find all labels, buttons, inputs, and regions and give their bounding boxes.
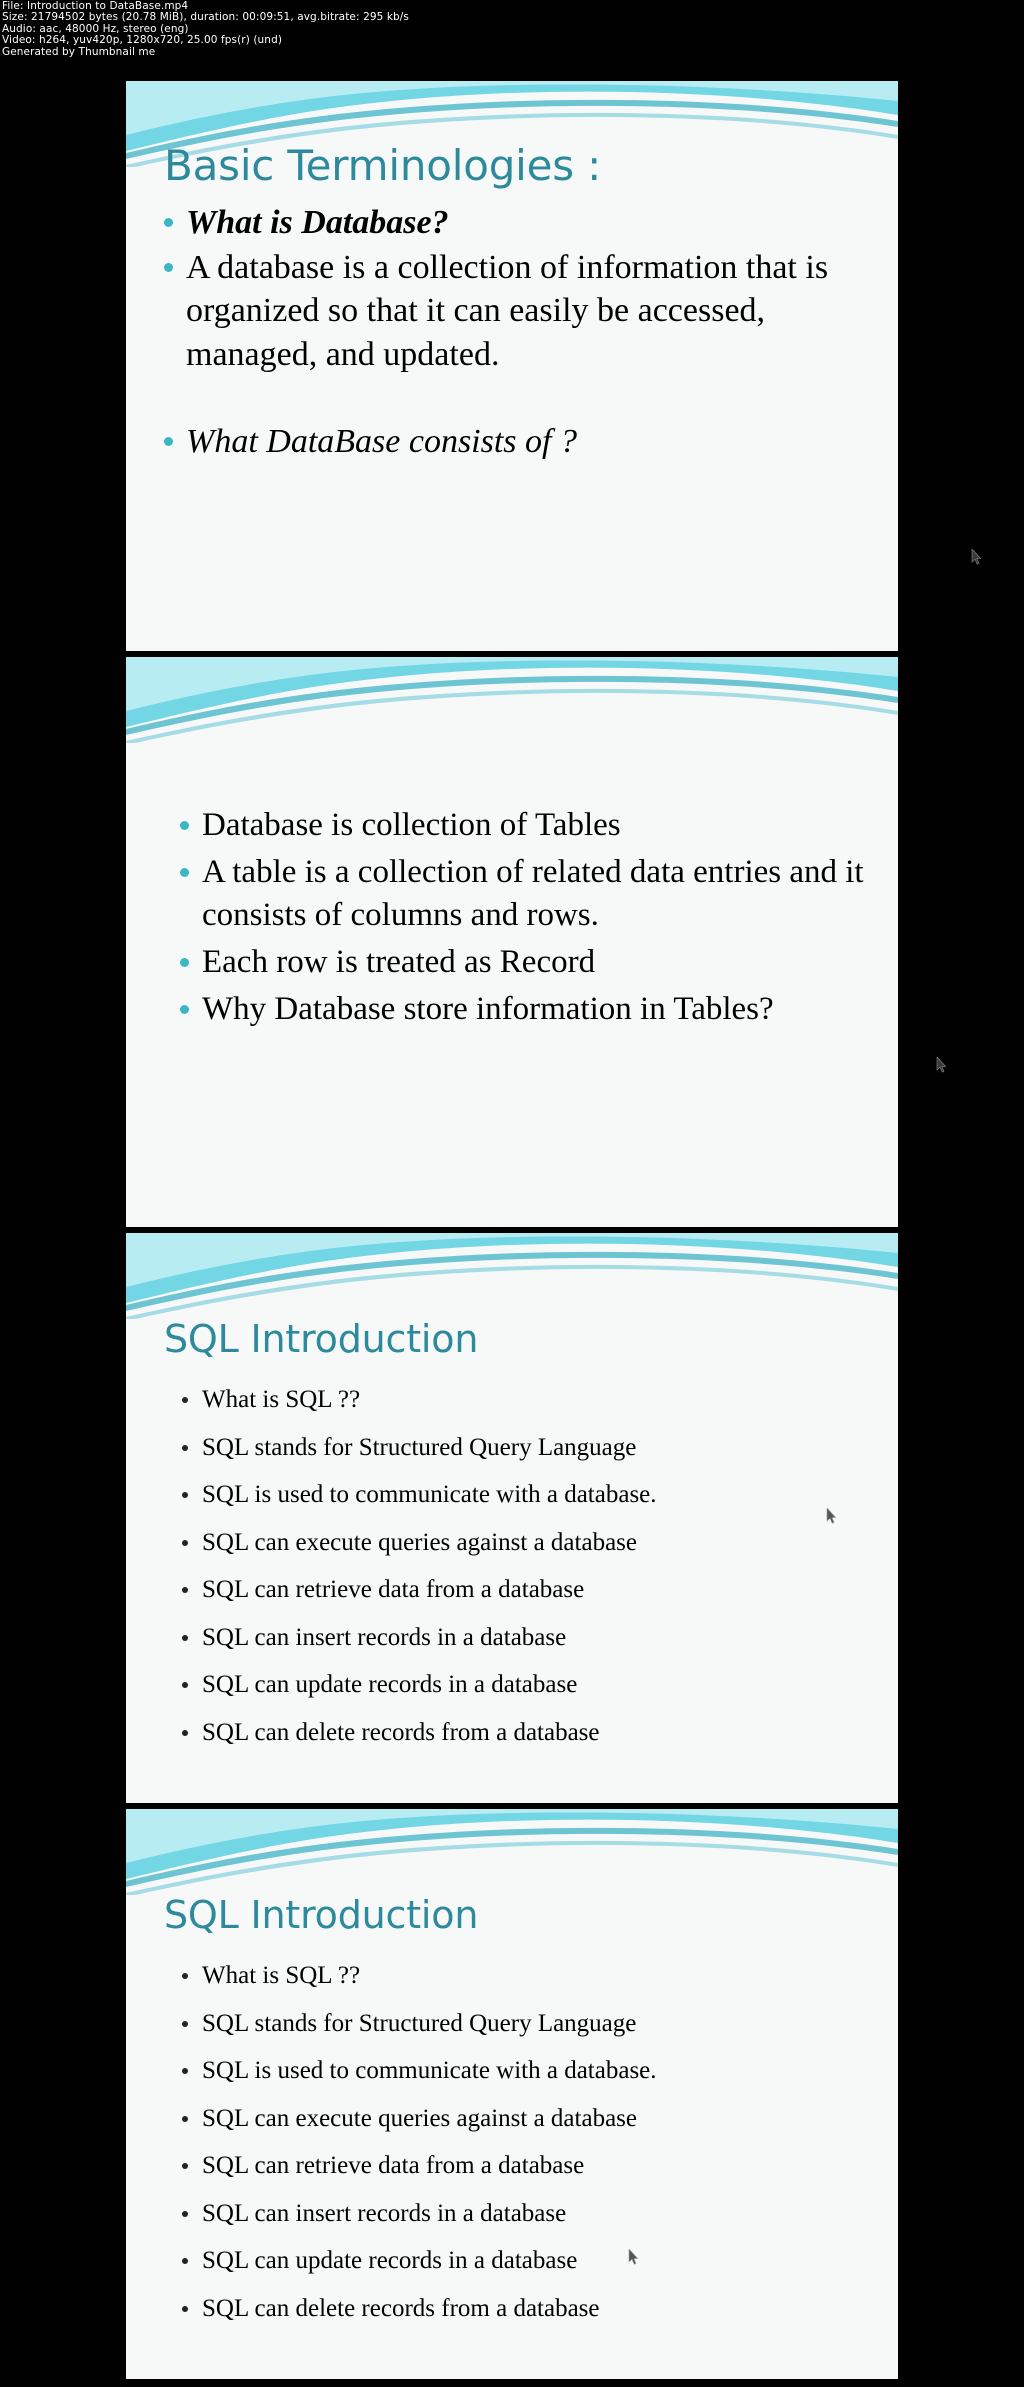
thumbnail-grid: Basic Terminologies : What is Database? …: [126, 81, 982, 2385]
slide-body: SQL Introduction What is SQL ?? SQL stan…: [126, 1809, 898, 2379]
slide-bullet-item: Each row is treated as Record: [176, 941, 872, 984]
slide-image: SQL Introduction What is SQL ?? SQL stan…: [126, 1233, 898, 1803]
slide-bullet-item: SQL is used to communicate with a databa…: [176, 2056, 872, 2086]
slide-bullet-item: SQL can delete records from a database: [176, 1718, 872, 1748]
slide-bullet-item: SQL can update records in a database: [176, 1670, 872, 1700]
slide-bullet-list: What is SQL ?? SQL stands for Structured…: [176, 1385, 872, 1765]
slide-title: SQL Introduction: [164, 1317, 479, 1361]
slide-bullet-item: What is Database?: [160, 201, 872, 244]
metadata-video-line: Video: h264, yuv420p, 1280x720, 25.00 fp…: [2, 34, 283, 47]
slide-bullet-item: SQL can delete records from a database: [176, 2294, 872, 2324]
slide-bullet-item: SQL can execute queries against a databa…: [176, 1528, 872, 1558]
slide-image: SQL Introduction What is SQL ?? SQL stan…: [126, 1809, 898, 2379]
slide-bullet-list: What is SQL ?? SQL stands for Structured…: [176, 1961, 872, 2341]
slide-bullet-item: What is SQL ??: [176, 1385, 872, 1415]
slide-body: SQL Introduction What is SQL ?? SQL stan…: [126, 1233, 898, 1803]
slide-bullet-item: A database is a collection of informatio…: [160, 246, 872, 376]
slide-bullet-item: SQL stands for Structured Query Language: [176, 1433, 872, 1463]
slide-bullet-item: SQL can insert records in a database: [176, 1623, 872, 1653]
slide-bullet-item: SQL can retrieve data from a database: [176, 2151, 872, 2181]
slide-image: Basic Terminologies : What is Database? …: [126, 81, 898, 651]
slide-bullet-item: What is SQL ??: [176, 1961, 872, 1991]
slide-bullet-item: SQL can insert records in a database: [176, 2199, 872, 2229]
slide-bullet-list: Database is collection of Tables A table…: [176, 804, 872, 1034]
slide-bullet-item: A table is a collection of related data …: [176, 851, 872, 937]
slide-bullet-item: SQL can update records in a database: [176, 2246, 872, 2276]
slide-bullet-item: SQL stands for Structured Query Language: [176, 2009, 872, 2039]
slide-image: Database is collection of Tables A table…: [126, 657, 898, 1227]
slide-bullet-item: SQL is used to communicate with a databa…: [176, 1480, 872, 1510]
thumbnail-contact-sheet: File: Introduction to DataBase.mp4 Size:…: [0, 0, 1024, 2387]
mouse-cursor-icon: [971, 549, 982, 565]
thumbnail-frame[interactable]: SQL Introduction What is SQL ?? SQL stan…: [126, 1233, 898, 1803]
slide-body: Database is collection of Tables A table…: [126, 657, 898, 1227]
metadata-generator-line: Generated by Thumbnail me: [2, 45, 156, 58]
thumbnail-frame[interactable]: Database is collection of Tables A table…: [126, 657, 947, 1227]
slide-body: Basic Terminologies : What is Database? …: [126, 81, 898, 651]
video-metadata-header: File: Introduction to DataBase.mp4 Size:…: [0, 0, 1024, 58]
slide-bullet-item: Why Database store information in Tables…: [176, 988, 872, 1031]
slide-bullet-list: What is Database? A database is a collec…: [160, 201, 872, 465]
slide-bullet-item: SQL can execute queries against a databa…: [176, 2104, 872, 2134]
slide-title: SQL Introduction: [164, 1893, 479, 1937]
slide-bullet-item: What DataBase consists of ?: [160, 420, 872, 463]
slide-bullet-item: SQL can retrieve data from a database: [176, 1575, 872, 1605]
thumbnail-frame[interactable]: SQL Introduction What is SQL ?? SQL stan…: [126, 1809, 898, 2379]
mouse-cursor-icon: [936, 1057, 947, 1073]
slide-title: Basic Terminologies :: [164, 141, 602, 190]
slide-bullet-item: Database is collection of Tables: [176, 804, 872, 847]
thumbnail-frame[interactable]: Basic Terminologies : What is Database? …: [126, 81, 982, 651]
